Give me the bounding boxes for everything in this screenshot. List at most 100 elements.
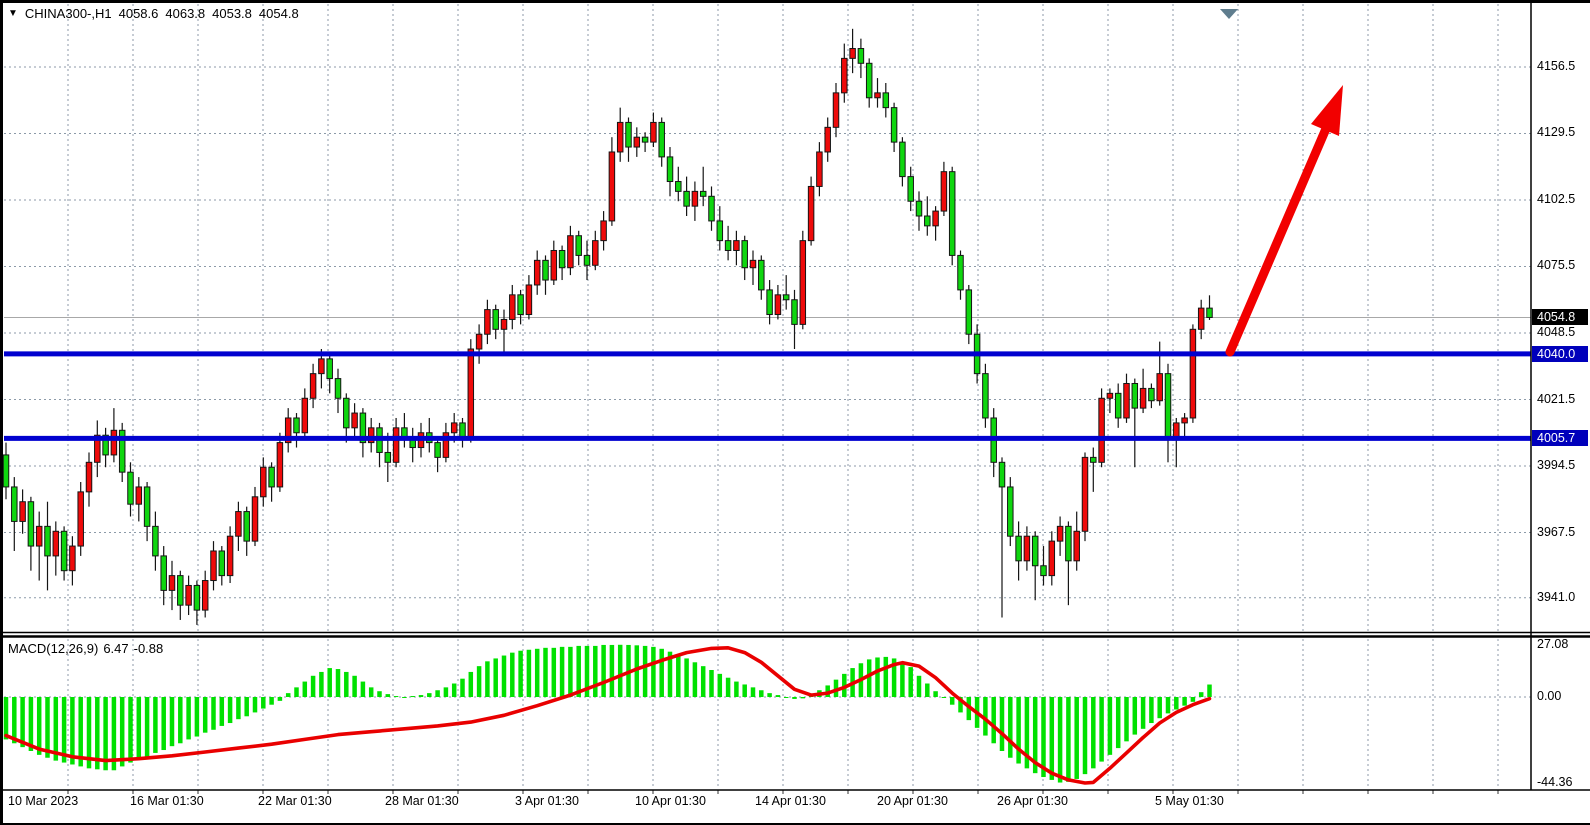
macd-histogram-bar: [1191, 697, 1196, 702]
macd-histogram-bar: [203, 697, 208, 733]
candle-up: [568, 236, 574, 268]
time-axis-label[interactable]: 5 May 01:30: [1155, 794, 1224, 808]
macd-histogram-bar: [742, 684, 747, 697]
candle-down: [1149, 388, 1155, 400]
macd-axis-tick: 0.00: [1537, 689, 1561, 703]
candle-down: [3, 455, 9, 487]
macd-histogram-bar: [1116, 697, 1121, 748]
macd-histogram-bar: [444, 687, 449, 697]
price-axis-tick: 4048.5: [1537, 325, 1575, 339]
candle-down: [1165, 374, 1171, 438]
candle-down: [1132, 383, 1138, 408]
macd-histogram-bar: [693, 662, 698, 697]
time-axis-label[interactable]: 28 Mar 01:30: [385, 794, 459, 808]
time-axis-label[interactable]: 26 Apr 01:30: [997, 794, 1068, 808]
candle-up: [1099, 398, 1105, 462]
candle-up: [1124, 383, 1130, 417]
macd-histogram-bar: [1066, 697, 1071, 782]
macd-series[interactable]: [4, 645, 1212, 783]
candle-up: [111, 430, 117, 455]
candle-down: [1008, 487, 1014, 536]
candle-down: [219, 551, 225, 576]
chart-canvas[interactable]: [0, 0, 1590, 825]
candle-up: [1024, 536, 1030, 561]
macd-histogram-bar: [178, 697, 183, 743]
symbol-header: ▼ CHINA300-,H1 4058.6 4063.8 4053.8 4054…: [8, 6, 299, 21]
macd-histogram-bar: [1141, 697, 1146, 729]
candle-down: [925, 216, 931, 226]
candle-down: [684, 191, 690, 206]
macd-histogram-bar: [1149, 697, 1154, 723]
bar-open-value: 4058.6: [119, 6, 159, 21]
candle-up: [136, 487, 142, 504]
candle-up: [808, 186, 814, 240]
macd-histogram-bar: [228, 697, 233, 723]
macd-histogram-bar: [452, 684, 457, 697]
candle-down: [178, 576, 184, 606]
candle-down: [269, 467, 275, 487]
candle-down: [709, 196, 715, 221]
candle-down: [518, 295, 524, 315]
candle-down: [543, 260, 549, 280]
candle-up: [850, 49, 856, 59]
candle-down: [642, 137, 648, 142]
time-axis-label[interactable]: 16 Mar 01:30: [130, 794, 204, 808]
candle-up: [526, 285, 532, 315]
candle-up: [800, 241, 806, 325]
price-axis-tick: 3967.5: [1537, 525, 1575, 539]
candle-down: [908, 177, 914, 202]
candle-up: [1174, 423, 1180, 438]
time-axis-label[interactable]: 14 Apr 01:30: [755, 794, 826, 808]
macd-histogram-bar: [386, 694, 391, 697]
candle-up: [20, 502, 26, 522]
candle-up: [78, 492, 84, 546]
candle-up: [875, 93, 881, 98]
macd-histogram-bar: [1000, 697, 1005, 751]
macd-histogram-bar: [485, 661, 490, 697]
macd-histogram-bar: [801, 697, 806, 698]
chart-shift-marker-icon[interactable]: [1220, 9, 1238, 19]
chevron-down-icon[interactable]: ▼: [8, 7, 18, 20]
trend-arrow[interactable]: [1230, 85, 1343, 352]
macd-histogram-bar: [336, 669, 341, 697]
candle-down: [891, 108, 897, 142]
macd-histogram-bar: [1108, 697, 1113, 755]
macd-histogram-bar: [294, 687, 299, 697]
candle-down: [676, 182, 682, 192]
candle-up: [817, 152, 823, 186]
candle-up: [750, 260, 756, 267]
macd-histogram-bar: [925, 684, 930, 697]
candle-up: [842, 58, 848, 92]
macd-histogram-bar: [170, 697, 175, 746]
time-axis-label[interactable]: 20 Apr 01:30: [877, 794, 948, 808]
chart-window: ▼ CHINA300-,H1 4058.6 4063.8 4053.8 4054…: [0, 0, 1590, 825]
macd-histogram-bar: [1207, 685, 1212, 697]
time-axis-label[interactable]: 10 Mar 2023: [8, 794, 78, 808]
macd-histogram-bar: [469, 672, 474, 697]
time-axis-label[interactable]: 10 Apr 01:30: [635, 794, 706, 808]
macd-histogram-bar: [552, 648, 557, 697]
candle-down: [128, 472, 134, 504]
time-axis-label[interactable]: 3 Apr 01:30: [515, 794, 579, 808]
macd-histogram-bar: [1016, 697, 1021, 764]
candlestick-series[interactable]: [3, 29, 1212, 625]
candle-up: [734, 241, 740, 251]
macd-histogram-bar: [344, 672, 349, 697]
macd-histogram-bar: [37, 697, 42, 755]
candle-down: [344, 398, 350, 428]
candle-up: [302, 398, 308, 432]
macd-histogram-bar: [1074, 697, 1079, 779]
candle-up: [1082, 457, 1088, 531]
macd-histogram-bar: [311, 676, 316, 697]
candle-down: [161, 556, 167, 590]
macd-histogram-bar: [684, 658, 689, 697]
macd-histogram-bar: [900, 662, 905, 697]
macd-histogram-bar: [1133, 697, 1138, 735]
macd-histogram-bar: [253, 697, 258, 712]
candle-down: [883, 93, 889, 108]
macd-histogram-bar: [419, 695, 424, 697]
macd-histogram-bar: [767, 693, 772, 697]
candle-up: [277, 443, 283, 487]
time-axis-label[interactable]: 22 Mar 01:30: [258, 794, 332, 808]
candle-up: [601, 221, 607, 241]
